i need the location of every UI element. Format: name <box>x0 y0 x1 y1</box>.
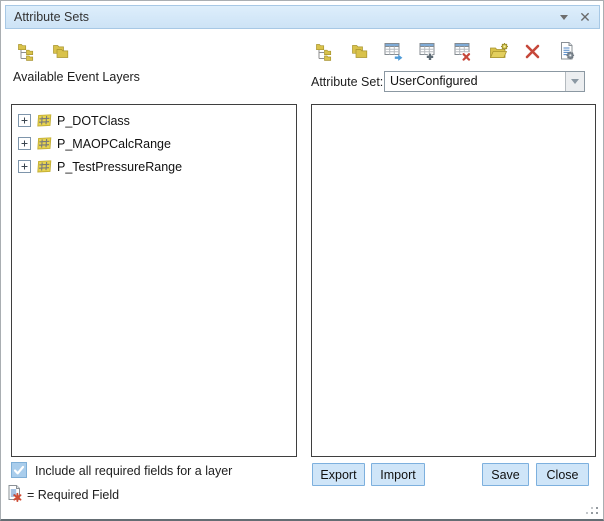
open-attribute-set-button[interactable] <box>489 41 509 61</box>
save-button[interactable]: Save <box>482 463 529 486</box>
attribute-set-value: UserConfigured <box>385 72 565 91</box>
required-field-icon <box>7 484 24 508</box>
event-layer-icon <box>36 136 53 151</box>
set-folder-view-button[interactable] <box>349 41 369 61</box>
table-export-icon <box>384 41 404 61</box>
table-export-button[interactable] <box>384 41 404 61</box>
attribute-sets-dialog: Attribute Sets ✕ <box>0 0 604 521</box>
layers-folder-view-button[interactable] <box>50 41 70 61</box>
document-gear-icon <box>558 41 576 61</box>
tree-item-p-maopcalcrange[interactable]: P_MAOPCalcRange <box>12 132 296 155</box>
properties-button[interactable] <box>557 41 577 61</box>
include-required-fields-label: Include all required fields for a layer <box>35 464 232 478</box>
available-event-layers-list[interactable]: P_DOTClass P_MAOPCalcRange <box>11 104 297 457</box>
attribute-set-label: Attribute Set: <box>311 75 383 89</box>
table-add-button[interactable] <box>419 41 439 61</box>
open-folder-gear-icon <box>489 42 509 61</box>
expand-plus-icon[interactable] <box>18 160 31 173</box>
set-tree-view-button[interactable] <box>314 41 334 61</box>
table-remove-button[interactable] <box>454 41 474 61</box>
close-button[interactable]: ✕ <box>576 8 594 26</box>
panel-menu-button[interactable] <box>556 9 572 25</box>
delete-x-icon <box>524 43 541 60</box>
close-icon: ✕ <box>579 10 591 24</box>
required-field-legend: = Required Field <box>27 488 119 502</box>
layer-folders-icon <box>350 42 369 60</box>
titlebar: Attribute Sets ✕ <box>5 5 600 29</box>
close-button-footer[interactable]: Close <box>536 463 589 486</box>
chevron-down-icon <box>560 15 568 20</box>
tree-item-label: P_MAOPCalcRange <box>57 137 171 151</box>
layer-tree-icon <box>315 42 333 61</box>
tree-item-label: P_TestPressureRange <box>57 160 182 174</box>
chevron-down-icon <box>571 79 579 84</box>
layers-tree-view-button[interactable] <box>16 41 36 61</box>
tree-item-p-dotclass[interactable]: P_DOTClass <box>12 109 296 132</box>
table-remove-icon <box>454 41 474 61</box>
table-add-icon <box>419 41 439 61</box>
tree-item-label: P_DOTClass <box>57 114 130 128</box>
import-button[interactable]: Import <box>371 463 425 486</box>
available-event-layers-label: Available Event Layers <box>13 70 140 84</box>
expand-plus-icon[interactable] <box>18 137 31 150</box>
window-title: Attribute Sets <box>6 10 556 24</box>
resize-grip[interactable] <box>586 507 599 516</box>
combobox-dropdown-button[interactable] <box>565 72 584 91</box>
export-button[interactable]: Export <box>312 463 365 486</box>
layer-tree-icon <box>17 42 35 61</box>
layer-folders-icon <box>51 42 70 60</box>
include-required-fields-checkbox[interactable] <box>11 462 27 478</box>
delete-button[interactable] <box>522 41 542 61</box>
checkmark-icon <box>12 463 26 477</box>
event-layer-icon <box>36 113 53 128</box>
attribute-set-combobox[interactable]: UserConfigured <box>384 71 585 92</box>
attribute-set-fields-panel[interactable] <box>311 104 596 457</box>
expand-plus-icon[interactable] <box>18 114 31 127</box>
event-layer-icon <box>36 159 53 174</box>
tree-item-p-testpressurerange[interactable]: P_TestPressureRange <box>12 155 296 178</box>
